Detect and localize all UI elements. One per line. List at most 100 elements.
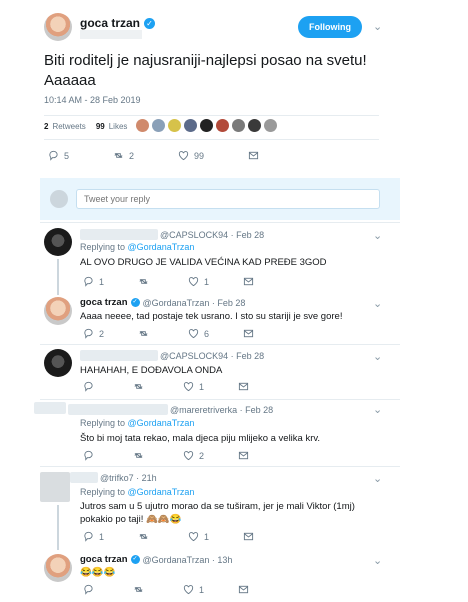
retweet-button[interactable] [133,584,149,595]
like-button[interactable]: 1 [183,381,204,392]
chevron-down-icon[interactable]: ⌄ [373,554,382,567]
retweet-icon [139,279,148,284]
author-name-redacted [68,404,168,415]
chevron-down-icon[interactable]: ⌄ [373,350,382,363]
retweet-button[interactable] [133,450,149,461]
like-button[interactable]: 1 [183,584,204,595]
chevron-down-icon[interactable]: ⌄ [373,229,382,242]
liker-avatar[interactable] [184,119,197,132]
reply-avatar[interactable] [44,228,72,256]
envelope-icon [238,451,249,460]
heart-icon [178,151,189,161]
reply-button[interactable] [83,450,99,461]
envelope-icon [243,329,254,338]
reply-button[interactable] [83,381,99,392]
replying-to-label: Replying to [80,242,126,252]
heart-icon [188,329,199,339]
envelope-icon [243,532,254,541]
liker-avatar[interactable] [168,119,181,132]
like-button[interactable]: 2 [183,450,204,461]
chevron-down-icon[interactable]: ⌄ [373,403,382,416]
reply-button[interactable]: 5 [48,150,69,161]
retweet-icon [139,331,148,336]
author-name-redacted [80,229,158,240]
reply-handle[interactable]: @GordanaTrzan · 13h [143,555,233,565]
replying-to-link[interactable]: @GordanaTrzan [128,242,195,252]
reply-button[interactable]: 1 [83,276,104,287]
message-button[interactable] [248,150,259,161]
reply-text: HAHAHAH, E DOĐAVOLA ONDA [80,365,223,376]
reply-icon [84,276,93,287]
reply-avatar-redacted [34,402,66,414]
verified-icon: ✓ [130,298,140,307]
following-button[interactable]: Following [298,16,362,38]
envelope-icon [243,277,254,286]
retweets-label[interactable]: Retweets [52,122,85,131]
liker-avatar[interactable] [248,119,261,132]
likers-avatars[interactable] [136,119,277,132]
like-button[interactable]: 6 [188,328,209,339]
chevron-down-icon[interactable]: ⌄ [373,297,382,310]
liker-avatar[interactable] [200,119,213,132]
heart-icon [188,532,199,542]
reply-button[interactable]: 1 [83,531,104,542]
reply-avatar[interactable] [44,554,72,582]
retweet-button[interactable]: 2 [113,150,134,161]
retweets-count[interactable]: 2 [44,122,48,131]
message-button[interactable] [243,531,254,542]
replying-to-link[interactable]: @GordanaTrzan [128,487,195,497]
liker-avatar[interactable] [264,119,277,132]
reply-author[interactable]: goca trzan [80,297,128,308]
reply-icon [84,381,93,392]
like-button[interactable]: 1 [188,276,209,287]
reply-handle[interactable]: @GordanaTrzan · Feb 28 [143,298,246,308]
reply-handle[interactable]: @mareretriverka · Feb 28 [170,405,273,415]
reply-text: Što bi moj tata rekao, mala djeca piju m… [80,433,321,444]
thread-line [57,505,59,550]
reply-handle[interactable]: @CAPSLOCK94 · Feb 28 [160,230,264,240]
reply-avatar[interactable] [44,349,72,377]
replying-to-link[interactable]: @GordanaTrzan [128,418,195,428]
reply-icon [84,328,93,339]
liker-avatar[interactable] [136,119,149,132]
envelope-icon [238,585,249,594]
retweet-button[interactable] [138,328,154,339]
liker-avatar[interactable] [216,119,229,132]
retweet-button[interactable] [133,381,149,392]
user-avatar [50,190,68,208]
verified-icon: ✓ [144,17,156,29]
replying-to-label: Replying to [80,487,126,497]
like-button[interactable]: 99 [178,150,204,161]
envelope-icon [238,382,249,391]
likes-count[interactable]: 99 [96,122,105,131]
likes-label[interactable]: Likes [109,122,128,131]
message-button[interactable] [238,584,249,595]
retweet-icon [114,153,123,158]
reply-text: AL OVO DRUGO JE VALIDA VEĆINA KAD PREĐE … [80,257,327,268]
message-button[interactable] [243,276,254,287]
reply-avatar[interactable] [44,297,72,325]
reply-handle[interactable]: @CAPSLOCK94 · Feb 28 [160,351,264,361]
liker-avatar[interactable] [152,119,165,132]
message-button[interactable] [243,328,254,339]
reply-input[interactable] [76,189,380,209]
reply-author[interactable]: goca trzan [80,554,128,565]
author-name[interactable]: goca trzan [80,16,140,30]
chevron-down-icon[interactable]: ⌄ [373,472,382,485]
retweet-button[interactable] [138,276,154,287]
heart-icon [183,585,194,595]
like-button[interactable]: 1 [188,531,209,542]
reply-handle[interactable]: @trifko7 · 21h [100,473,157,483]
author-avatar[interactable] [44,13,72,41]
liker-avatar[interactable] [232,119,245,132]
retweet-button[interactable] [138,531,154,542]
reply-button[interactable] [83,584,99,595]
message-button[interactable] [238,381,249,392]
reply-button[interactable]: 2 [83,328,104,339]
tweet-timestamp[interactable]: 10:14 AM - 28 Feb 2019 [44,95,141,105]
chevron-down-icon[interactable]: ⌄ [373,20,382,33]
author-name-redacted [70,472,98,483]
reply-text: Aaaa neeee, tad postaje tek usrano. I st… [80,311,343,322]
message-button[interactable] [238,450,249,461]
reply-icon [84,450,93,461]
